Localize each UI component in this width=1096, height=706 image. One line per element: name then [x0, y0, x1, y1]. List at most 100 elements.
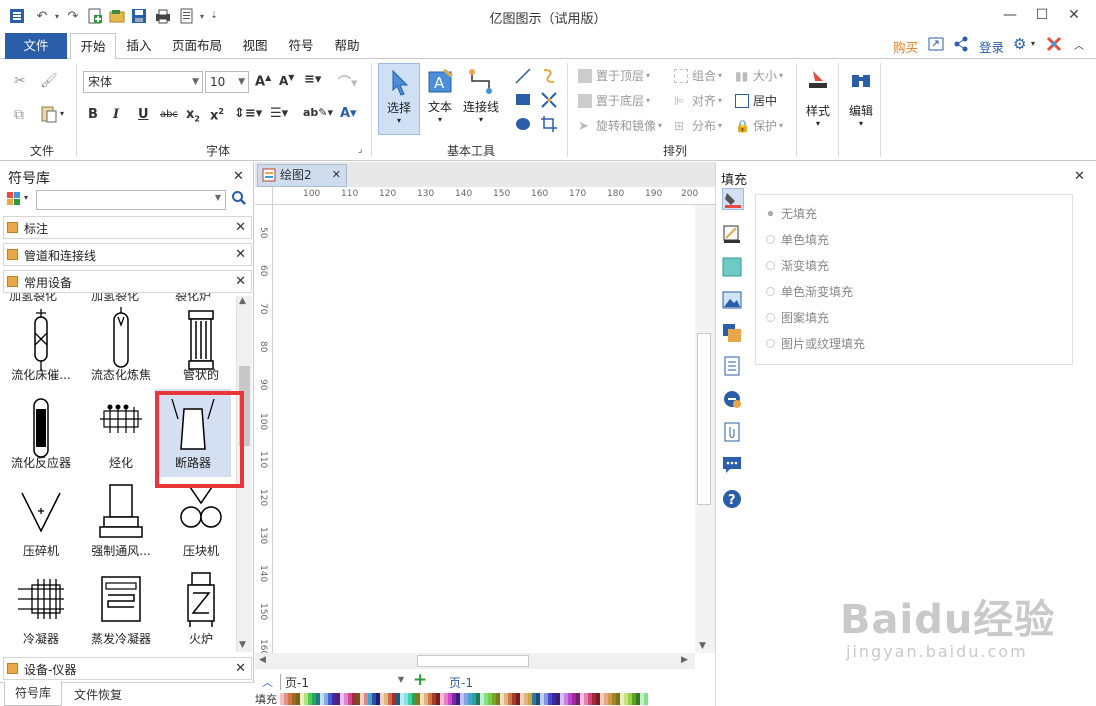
close-window-button[interactable]: ✕ — [1060, 4, 1088, 26]
align-button[interactable]: ⊫ 对齐 ▾ — [674, 92, 722, 109]
symbol-tubular[interactable]: 管状的 — [163, 301, 233, 389]
scroll-down-icon[interactable]: ▼ — [239, 640, 246, 650]
symbol-condenser[interactable]: 冷凝器 — [3, 565, 79, 651]
fill-option-solid[interactable]: 单色填充 — [766, 231, 829, 248]
minimize-button[interactable]: — — [996, 4, 1024, 26]
settings-icon[interactable]: ⚙ — [1013, 35, 1026, 53]
paragraph-align-icon[interactable]: ≡▾ — [304, 72, 321, 87]
image-icon[interactable] — [722, 290, 744, 312]
tab-home[interactable]: 开始 — [70, 33, 116, 60]
scroll-up-icon[interactable]: ▲ — [239, 296, 246, 306]
bullets-icon[interactable]: ☰▾ — [270, 106, 288, 121]
export-icon[interactable] — [178, 6, 196, 26]
center-button[interactable]: 居中 — [735, 92, 777, 109]
login-link[interactable]: 登录 — [979, 37, 1004, 56]
italic-icon[interactable]: I — [113, 107, 119, 122]
shrink-font-icon[interactable]: A▼ — [279, 73, 294, 88]
library-search-input[interactable]: ▼ — [36, 190, 226, 210]
fill-option-picture[interactable]: 图片或纹理填充 — [766, 335, 865, 352]
close-section-icon[interactable]: ✕ — [235, 247, 246, 262]
new-file-icon[interactable] — [86, 6, 104, 26]
page-select[interactable]: 页-1 ▼ — [280, 674, 408, 690]
send-to-back-button[interactable]: 置于底层 ▾ — [578, 92, 650, 109]
close-section-icon[interactable]: ✕ — [235, 274, 246, 289]
subscript-icon[interactable]: x2 — [186, 107, 200, 124]
symbol-briquetting[interactable]: 压块机 — [163, 477, 233, 565]
fill-option-none[interactable]: 无填充 — [766, 205, 817, 222]
fill-icon[interactable] — [722, 188, 744, 210]
close-section-icon[interactable]: ✕ — [235, 661, 246, 676]
cut-icon[interactable]: ✂ — [14, 73, 26, 89]
group-button[interactable]: 组合 ▾ — [674, 67, 722, 84]
palette-swatches[interactable] — [280, 693, 648, 705]
library-section-common-equipment[interactable]: 常用设备 ✕ — [3, 270, 252, 293]
crop-tool-icon[interactable] — [540, 115, 558, 137]
collapse-ribbon-icon[interactable]: ︿ — [1074, 37, 1084, 52]
help-icon[interactable]: ? — [722, 489, 744, 511]
close-tab-icon[interactable]: ✕ — [332, 165, 341, 185]
close-fill-panel-icon[interactable]: ✕ — [1074, 169, 1085, 184]
text-spacing-icon[interactable]: ⇕≡▾ — [234, 106, 262, 121]
app-brand-icon[interactable] — [1046, 36, 1062, 55]
scrollbar-thumb[interactable] — [417, 655, 529, 667]
tab-help[interactable]: 帮助 — [328, 33, 366, 59]
line-style-icon[interactable] — [722, 224, 744, 246]
export-dropdown-icon[interactable]: ▾ — [197, 6, 207, 26]
buy-link[interactable]: 购买 — [893, 37, 918, 56]
font-family-select[interactable]: 宋体 ▼ — [83, 71, 203, 93]
font-color-icon[interactable]: A▾ — [340, 106, 357, 121]
strikethrough-icon[interactable]: abc — [160, 109, 178, 120]
search-icon[interactable] — [231, 190, 247, 209]
symbol-crusher[interactable]: 压碎机 — [3, 477, 79, 565]
bold-icon[interactable]: B — [88, 107, 98, 122]
attachment-icon[interactable] — [722, 422, 744, 444]
shadow-color-icon[interactable] — [722, 257, 744, 279]
customize-toolbar-icon[interactable]: ⇣ — [208, 6, 220, 26]
chevron-up-icon[interactable]: ︿ — [262, 674, 273, 690]
format-painter-icon[interactable]: 🖌 — [40, 73, 58, 89]
library-section-annotation[interactable]: 标注 ✕ — [3, 216, 252, 239]
bring-to-front-button[interactable]: 置于顶层 ▾ — [578, 67, 650, 84]
scroll-left-icon[interactable]: ◀ — [259, 655, 266, 665]
size-button[interactable]: ▮▮ 大小 ▾ — [735, 67, 783, 84]
text-tool-button[interactable]: A 文本 ▾ — [422, 63, 458, 135]
undo-icon[interactable]: ↶ — [32, 6, 52, 26]
library-section-pipes[interactable]: 管道和连接线 ✕ — [3, 243, 252, 266]
scroll-down-icon[interactable]: ▼ — [699, 641, 706, 651]
close-panel-icon[interactable]: ✕ — [233, 169, 244, 184]
protect-button[interactable]: 🔒 保护 ▾ — [735, 117, 783, 134]
symbol-forced-draft[interactable]: 强制通风... — [83, 477, 159, 565]
superscript-icon[interactable]: x2 — [210, 107, 224, 123]
maximize-button[interactable]: ☐ — [1028, 4, 1056, 26]
layers-icon[interactable] — [722, 323, 744, 345]
ellipse-tool-icon[interactable] — [514, 115, 532, 137]
select-tool-button[interactable]: 选择 ▾ — [378, 63, 420, 135]
tab-view[interactable]: 视图 — [236, 33, 274, 59]
fill-option-pattern[interactable]: 图案填充 — [766, 309, 829, 326]
symbol-alkylation[interactable]: 烃化 — [83, 389, 159, 477]
rotate-mirror-button[interactable]: ➤ 旋转和镜像 ▾ — [578, 117, 662, 134]
print-icon[interactable] — [154, 6, 172, 26]
document-properties-icon[interactable] — [722, 356, 744, 378]
edit-button[interactable]: 编辑 ▾ — [844, 63, 878, 143]
tab-insert[interactable]: 插入 — [120, 33, 158, 59]
tab-page-layout[interactable]: 页面布局 — [166, 33, 228, 59]
rectangle-tool-icon[interactable] — [514, 91, 532, 113]
open-file-icon[interactable] — [108, 6, 126, 26]
symbol-fluid-coking[interactable]: 流态化炼焦 — [83, 301, 159, 389]
copy-icon[interactable]: ⧉ — [14, 107, 24, 123]
redo-icon[interactable]: ↷ — [64, 6, 82, 26]
share-screen-icon[interactable] — [928, 36, 944, 55]
save-icon[interactable] — [130, 6, 148, 26]
comment-icon[interactable] — [722, 455, 744, 477]
symbol-evaporative-condenser[interactable]: 蒸发冷凝器 — [83, 565, 159, 651]
paste-icon[interactable] — [40, 105, 58, 123]
curve-tool-icon[interactable] — [540, 67, 558, 89]
library-menu-icon[interactable] — [7, 192, 21, 209]
font-size-select[interactable]: 10 ▼ — [205, 71, 249, 93]
symbol-fluid-bed-catalytic[interactable]: 流化床催... — [3, 301, 79, 389]
connection-point-icon[interactable] — [540, 91, 558, 113]
paste-dropdown-icon[interactable]: ▾ — [60, 109, 64, 118]
library-menu-dropdown-icon[interactable]: ▾ — [24, 193, 28, 202]
scrollbar-thumb[interactable] — [697, 333, 711, 505]
